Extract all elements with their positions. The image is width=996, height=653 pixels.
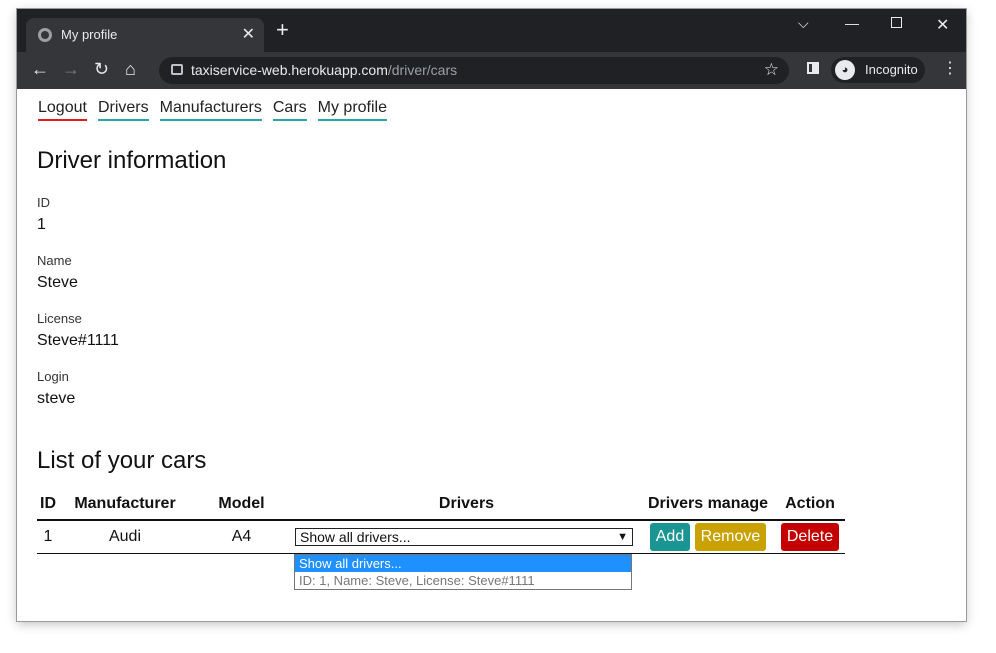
chevron-down-icon: ▼ <box>617 531 628 543</box>
url-text[interactable]: taxiservice-web.herokuapp.com/driver/car… <box>191 62 457 78</box>
id-value: 1 <box>37 216 46 233</box>
dropdown-option[interactable]: Show all drivers... <box>295 555 631 572</box>
incognito-label: Incognito <box>865 62 918 77</box>
nav-cars-link[interactable]: Cars <box>272 99 307 121</box>
forward-icon[interactable]: → <box>62 59 80 79</box>
plus-icon[interactable]: + <box>276 19 289 41</box>
delete-car-button[interactable]: Delete <box>780 523 840 551</box>
cell-action: Delete <box>775 520 845 554</box>
browser-toolbar: ← → ↻ ⌂ taxiservice-web.herokuapp.com/dr… <box>17 52 966 89</box>
home-icon[interactable]: ⌂ <box>125 59 136 79</box>
incognito-indicator[interactable]: ◕ Incognito <box>831 57 925 83</box>
browser-window: My profile ✕ + ⌵ — ✕ ← → ↻ ⌂ taxiservice… <box>17 9 966 621</box>
login-label: Login <box>37 369 69 384</box>
add-driver-button[interactable]: Add <box>649 523 691 551</box>
page-content: Logout Drivers Manufacturers Cars My pro… <box>17 89 966 621</box>
cell-drivers: Show all drivers... ▼ <box>292 520 641 554</box>
back-icon[interactable]: ← <box>31 59 49 79</box>
browser-tab[interactable]: My profile ✕ <box>26 18 264 52</box>
col-model: Model <box>191 489 292 521</box>
maximize-icon[interactable] <box>891 17 902 28</box>
minimize-icon[interactable]: — <box>845 15 859 31</box>
window-close-icon[interactable]: ✕ <box>936 15 949 35</box>
license-label: License <box>37 311 82 326</box>
id-label: ID <box>37 195 50 210</box>
tab-search-icon[interactable]: ⌵ <box>798 15 809 32</box>
cell-model: A4 <box>191 520 292 554</box>
drivers-dropdown-list: Show all drivers... ID: 1, Name: Steve, … <box>294 554 632 590</box>
incognito-icon: ◕ <box>835 60 855 80</box>
col-drivers: Drivers <box>292 489 641 521</box>
col-manufacturer: Manufacturer <box>59 489 191 521</box>
cell-manufacturer: Audi <box>59 520 191 554</box>
license-value: Steve#1111 <box>37 332 119 349</box>
driver-info-heading: Driver information <box>37 147 227 174</box>
drivers-select[interactable]: Show all drivers... ▼ <box>295 528 633 546</box>
login-value: steve <box>37 390 76 407</box>
reload-icon[interactable]: ↻ <box>94 59 109 79</box>
lock-icon[interactable] <box>171 64 183 75</box>
address-bar[interactable]: taxiservice-web.herokuapp.com/driver/car… <box>159 57 789 84</box>
col-drivers-manage: Drivers manage <box>641 489 775 521</box>
nav-my-profile-link[interactable]: My profile <box>317 99 388 121</box>
table-row: 1 Audi A4 Show all drivers... ▼ Add Remov… <box>37 520 845 554</box>
cars-table: ID Manufacturer Model Drivers Drivers ma… <box>37 489 845 554</box>
menu-icon[interactable]: ⋮ <box>942 61 958 77</box>
top-nav: Logout Drivers Manufacturers Cars My pro… <box>38 99 388 121</box>
cell-id: 1 <box>37 520 59 554</box>
dropdown-option[interactable]: ID: 1, Name: Steve, License: Steve#1111 <box>295 572 631 589</box>
tab-title: My profile <box>61 27 118 42</box>
remove-driver-button[interactable]: Remove <box>694 523 767 551</box>
col-id: ID <box>37 489 59 521</box>
globe-icon <box>38 28 52 42</box>
name-value: Steve <box>37 274 78 291</box>
col-action: Action <box>775 489 845 521</box>
cell-drivers-manage: Add Remove <box>641 520 775 554</box>
side-panel-icon[interactable] <box>807 62 819 74</box>
name-label: Name <box>37 253 72 268</box>
table-header-row: ID Manufacturer Model Drivers Drivers ma… <box>37 489 845 521</box>
nav-drivers-link[interactable]: Drivers <box>97 99 149 121</box>
title-bar: My profile ✕ + ⌵ — ✕ <box>17 9 966 52</box>
nav-manufacturers-link[interactable]: Manufacturers <box>159 99 262 121</box>
nav-logout-link[interactable]: Logout <box>38 99 87 121</box>
star-icon[interactable]: ☆ <box>764 60 779 80</box>
close-icon[interactable]: ✕ <box>242 24 255 44</box>
cars-list-heading: List of your cars <box>37 447 207 474</box>
